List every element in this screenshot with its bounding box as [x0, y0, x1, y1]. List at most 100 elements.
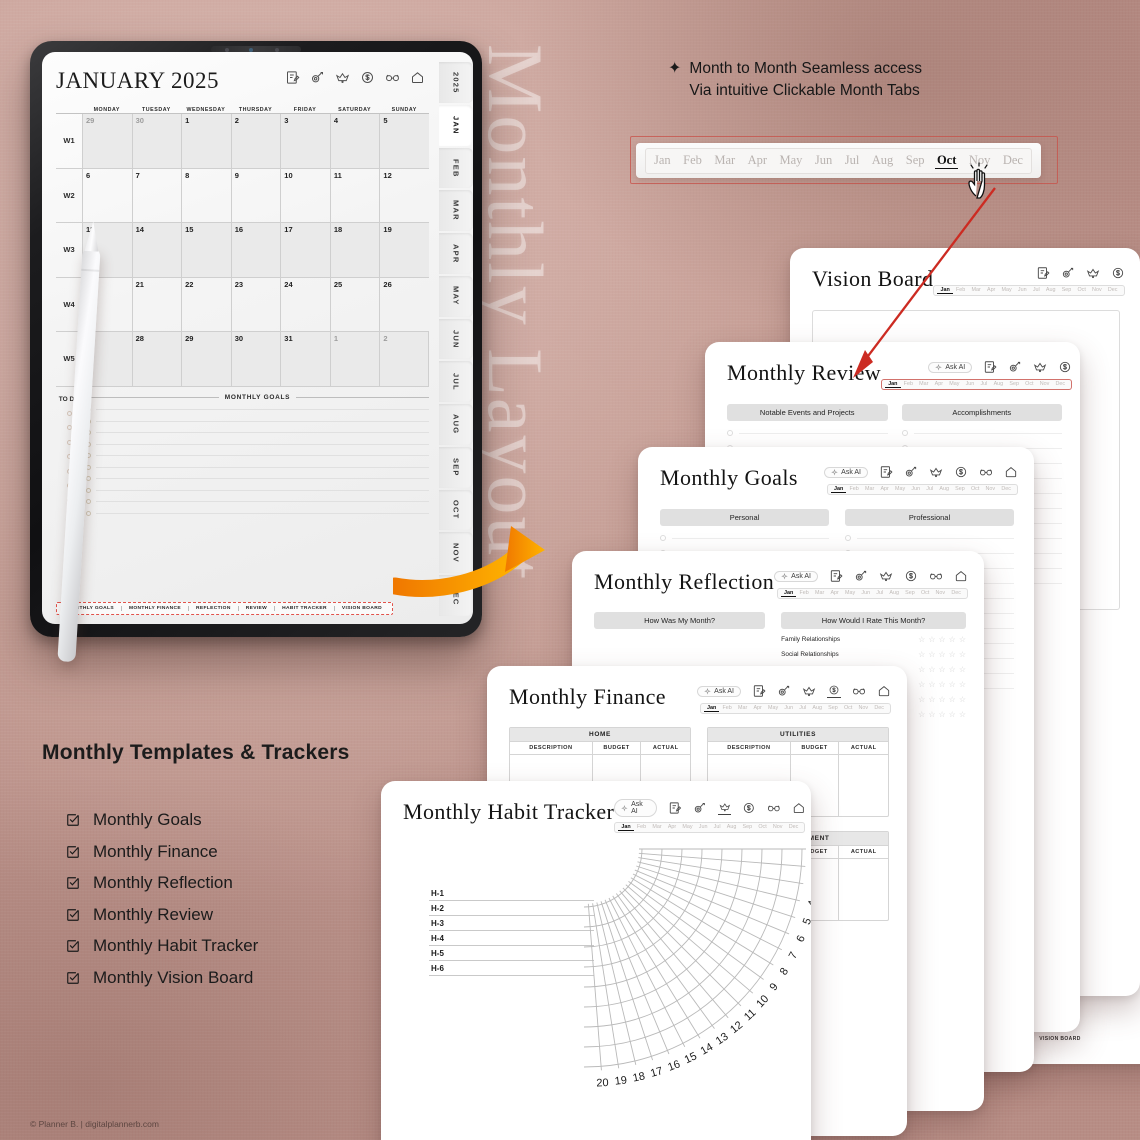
mini-month-dec[interactable]: Dec [871, 705, 887, 712]
month-tab-apr[interactable]: Apr [746, 153, 769, 168]
mini-month-may[interactable]: May [946, 381, 962, 388]
star-icon[interactable]: ☆ [949, 695, 956, 704]
mini-month-mar[interactable]: Mar [862, 486, 877, 493]
calendar-day-cell[interactable]: 14 [131, 223, 182, 278]
table-cell[interactable] [839, 859, 888, 920]
habit-icon[interactable] [929, 465, 943, 479]
mini-month-may[interactable]: May [679, 824, 695, 831]
rating-row[interactable]: Family Relationships ☆ ☆ ☆ ☆ ☆ [781, 635, 966, 644]
mini-month-jul[interactable]: Jul [796, 705, 809, 712]
month-tab-jul[interactable]: Jul [843, 153, 862, 168]
mini-month-nov[interactable]: Nov [1037, 381, 1053, 388]
mini-month-oct[interactable]: Oct [841, 705, 856, 712]
star-icon[interactable]: ☆ [928, 680, 935, 689]
review-icon[interactable] [929, 569, 943, 583]
star-icon[interactable]: ☆ [949, 710, 956, 719]
calendar-day-cell[interactable]: 15 [181, 223, 231, 278]
ask-ai-button[interactable]: Ask AI [774, 570, 818, 582]
review-icon[interactable] [979, 465, 993, 479]
monthly-goals-month-tabs[interactable]: Jan Feb Mar Apr May Jun Jul Aug Sep Oct Nov Dec [826, 484, 1018, 495]
star-icon[interactable]: ☆ [949, 650, 956, 659]
side-tab-mar[interactable]: MAR [439, 190, 473, 232]
habit-row[interactable]: H-5 [429, 946, 594, 961]
star-icon[interactable]: ☆ [918, 680, 925, 689]
mini-month-sep[interactable]: Sep [825, 705, 841, 712]
habit-radial-chart[interactable]: 1234567891011121314151617181920 [576, 841, 811, 1140]
mini-month-aug[interactable]: Aug [886, 590, 902, 597]
mini-month-jan[interactable]: Jan [780, 590, 797, 597]
mini-month-jun[interactable]: Jun [858, 590, 873, 597]
star-icon[interactable]: ☆ [918, 665, 925, 674]
mini-month-jun[interactable]: Jun [963, 381, 978, 388]
star-rating[interactable]: ☆ ☆ ☆ ☆ ☆ [918, 635, 966, 644]
star-icon[interactable]: ☆ [918, 635, 925, 644]
rating-row[interactable]: Social Relationships ☆ ☆ ☆ ☆ ☆ [781, 650, 966, 659]
habit-row[interactable]: H-1 [429, 886, 594, 901]
home-icon[interactable] [954, 569, 968, 583]
mini-month-oct[interactable]: Oct [1074, 287, 1089, 294]
calendar-day-cell[interactable]: 29 [82, 114, 132, 169]
calendar-day-cell[interactable]: 28 [131, 332, 182, 387]
finance-icon[interactable] [954, 465, 968, 479]
star-rating[interactable]: ☆ ☆ ☆ ☆ ☆ [918, 680, 966, 689]
mini-month-nov[interactable]: Nov [932, 590, 948, 597]
mini-month-sep[interactable]: Sep [1006, 381, 1022, 388]
side-tab-jun[interactable]: JUN [439, 318, 473, 360]
finance-icon[interactable] [1058, 360, 1072, 374]
todo-bullet[interactable] [66, 410, 72, 416]
calendar-day-cell[interactable]: 16 [230, 223, 281, 278]
goal-line[interactable] [86, 430, 429, 435]
side-tab-apr[interactable]: APR [439, 233, 473, 274]
calendar-day-cell[interactable]: 26 [379, 277, 429, 332]
mini-month-oct[interactable]: Oct [968, 486, 983, 493]
bottom-tab-review[interactable]: REVIEW [239, 606, 276, 611]
goal-line[interactable] [86, 464, 429, 470]
mini-month-aug[interactable]: Aug [936, 486, 952, 493]
home-icon[interactable] [1004, 465, 1018, 479]
mini-month-nov[interactable]: Nov [770, 824, 786, 831]
calendar-day-cell[interactable]: 17 [280, 223, 330, 278]
star-icon[interactable]: ☆ [928, 635, 935, 644]
mini-month-mar[interactable]: Mar [812, 590, 827, 597]
finance-icon[interactable] [360, 70, 375, 85]
mini-month-jul[interactable]: Jul [873, 590, 886, 597]
mini-month-oct[interactable]: Oct [918, 590, 933, 597]
side-tab-may[interactable]: MAY [439, 275, 473, 317]
note-icon[interactable] [285, 70, 300, 85]
mini-month-jan[interactable]: Jan [830, 486, 847, 493]
star-icon[interactable]: ☆ [938, 695, 945, 704]
star-icon[interactable]: ☆ [959, 650, 966, 659]
month-tab-mar[interactable]: Mar [712, 153, 737, 168]
mini-month-jan[interactable]: Jan [703, 705, 720, 712]
month-tab-jun[interactable]: Jun [813, 153, 834, 168]
side-tab-aug[interactable]: AUG [439, 404, 473, 445]
calendar-day-cell[interactable]: 24 [280, 277, 330, 332]
habit-row[interactable]: H-2 [429, 901, 594, 916]
monthly-finance-month-tabs[interactable]: Jan Feb Mar Apr May Jun Jul Aug Sep Oct Nov Dec [699, 703, 891, 714]
mini-month-aug[interactable]: Aug [990, 381, 1006, 388]
mini-month-sep[interactable]: Sep [739, 824, 755, 831]
star-icon[interactable]: ☆ [959, 710, 966, 719]
habit-row[interactable]: H-3 [429, 916, 594, 931]
month-tab-aug[interactable]: Aug [870, 153, 896, 168]
star-rating[interactable]: ☆ ☆ ☆ ☆ ☆ [918, 665, 966, 674]
mini-month-nov[interactable]: Nov [1089, 287, 1105, 294]
star-icon[interactable]: ☆ [949, 665, 956, 674]
goal-line[interactable] [86, 418, 429, 424]
month-tab-may[interactable]: May [778, 153, 805, 168]
mini-month-dec[interactable]: Dec [948, 590, 964, 597]
side-tab-feb[interactable]: FEB [439, 147, 473, 189]
mini-month-feb[interactable]: Feb [846, 486, 861, 493]
star-rating[interactable]: ☆ ☆ ☆ ☆ ☆ [918, 710, 966, 719]
calendar-day-cell[interactable]: 23 [230, 277, 281, 332]
side-tab-2025[interactable]: 2025 [439, 62, 473, 103]
habit-tracker-month-tabs[interactable]: Jan Feb Mar Apr May Jun Jul Aug Sep Oct Nov Dec [614, 822, 806, 833]
mini-month-feb[interactable]: Feb [796, 590, 811, 597]
table-cell[interactable] [839, 755, 888, 816]
mini-month-feb[interactable]: Feb [634, 824, 649, 831]
goal-line[interactable] [86, 441, 429, 447]
mini-month-oct[interactable]: Oct [1022, 381, 1037, 388]
mini-month-jul[interactable]: Jul [1030, 287, 1043, 294]
star-icon[interactable]: ☆ [918, 710, 925, 719]
mini-month-apr[interactable]: Apr [877, 486, 892, 493]
